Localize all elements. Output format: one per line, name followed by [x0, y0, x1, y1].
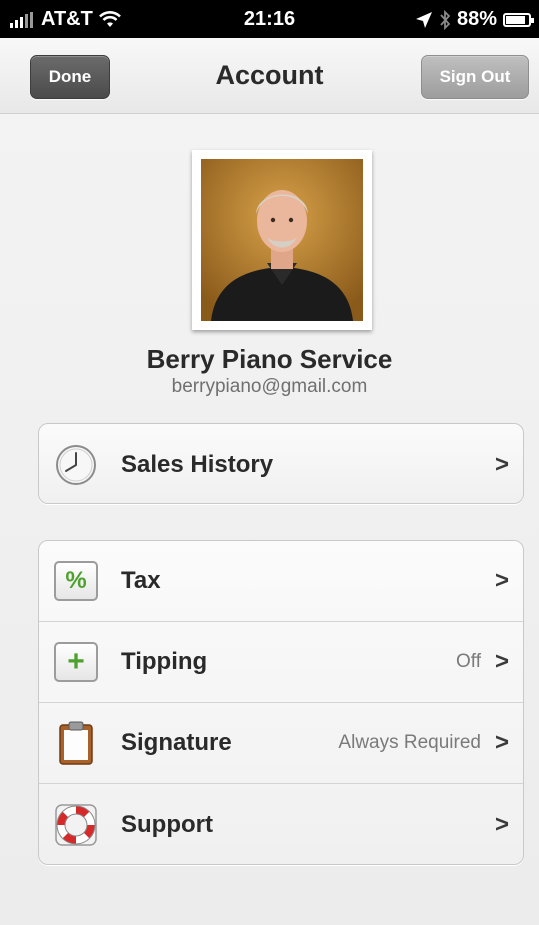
chevron-right-icon: >	[494, 729, 509, 756]
bluetooth-icon	[440, 9, 451, 30]
profile-photo[interactable]	[192, 150, 372, 330]
chevron-right-icon: >	[494, 648, 509, 675]
support-row[interactable]: Support >	[39, 784, 523, 865]
tipping-row[interactable]: + Tipping Off >	[39, 622, 523, 703]
sales-history-label: Sales History	[121, 450, 274, 478]
plus-icon: +	[53, 639, 99, 685]
sales-history-row[interactable]: Sales History >	[39, 424, 523, 505]
settings-group: % Tax > + Tipping Off > Signature Always…	[38, 540, 524, 865]
support-label: Support	[121, 810, 213, 838]
clock-icon	[53, 442, 99, 488]
tax-label: Tax	[121, 567, 161, 594]
percent-icon: %	[53, 558, 99, 604]
signature-value: Always Required	[338, 732, 481, 753]
sign-out-button[interactable]: Sign Out	[421, 55, 529, 99]
sales-group: Sales History >	[38, 423, 524, 504]
avatar	[201, 159, 363, 321]
tipping-label: Tipping	[121, 648, 208, 675]
chevron-right-icon: >	[494, 567, 509, 594]
profile-email: berrypiano@gmail.com	[171, 376, 368, 397]
tax-row[interactable]: % Tax >	[39, 541, 523, 622]
nav-bar: Done Account Sign Out	[0, 38, 539, 114]
location-arrow-icon	[415, 11, 432, 28]
chevron-right-icon: >	[494, 450, 509, 478]
signature-row[interactable]: Signature Always Required >	[39, 703, 523, 784]
lifebuoy-icon	[53, 802, 99, 848]
status-bar: AT&T 21:16 88%	[0, 0, 539, 38]
signature-label: Signature	[121, 729, 232, 756]
clipboard-icon	[53, 720, 99, 766]
battery-percent: 88%	[456, 8, 497, 30]
status-right: 88%	[415, 8, 534, 31]
chevron-right-icon: >	[494, 810, 509, 838]
battery-icon	[503, 12, 534, 27]
profile-name: Berry Piano Service	[146, 344, 393, 374]
tipping-value: Off	[456, 651, 481, 672]
